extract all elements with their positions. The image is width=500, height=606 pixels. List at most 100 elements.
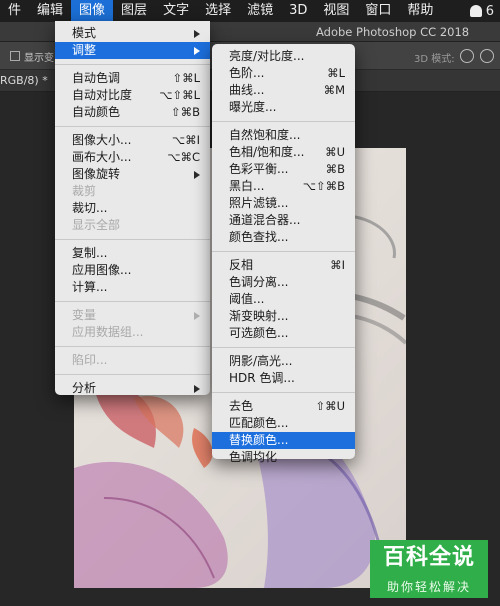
adjust-menu-item[interactable]: 自然饱和度...: [212, 127, 355, 144]
menubar-item-8[interactable]: 视图: [315, 0, 357, 22]
image-menu-item: 应用数据组...: [55, 324, 210, 341]
adjust-menu-item[interactable]: 曲线... ⌘M: [212, 82, 355, 99]
menubar-item-9[interactable]: 窗口: [357, 0, 399, 22]
shortcut-label: ⇧⌘U: [315, 399, 345, 413]
image-menu-item[interactable]: 计算...: [55, 279, 210, 296]
menubar-item-6[interactable]: 滤镜: [239, 0, 281, 22]
adjust-menu-item-label: 曝光度...: [229, 100, 277, 114]
adjust-menu-item[interactable]: 照片滤镜...: [212, 195, 355, 212]
menubar-item-1[interactable]: 编辑: [29, 0, 71, 22]
image-menu-item[interactable]: 复制...: [55, 245, 210, 262]
image-menu-item[interactable]: 调整: [55, 42, 210, 59]
adjust-menu-item-label: 替换颜色...: [229, 433, 289, 447]
menubar-item-5[interactable]: 选择: [197, 0, 239, 22]
image-menu-item-label: 变量: [72, 308, 97, 322]
menubar-item-7[interactable]: 3D: [281, 0, 315, 22]
show-transform-checkbox[interactable]: [10, 51, 20, 61]
image-menu-item[interactable]: 自动对比度 ⌥⇧⌘L: [55, 87, 210, 104]
adjust-menu-item-label: 自然饱和度...: [229, 128, 301, 142]
adjust-menu-item[interactable]: 去色 ⇧⌘U: [212, 398, 355, 415]
image-menu-item-label: 复制...: [72, 246, 108, 260]
shortcut-label: ⌥⇧⌘B: [302, 179, 345, 193]
image-menu-item: 陷印...: [55, 352, 210, 369]
image-menu-item-label: 自动色调: [72, 71, 121, 85]
adjust-menu-item[interactable]: 通道混合器...: [212, 212, 355, 229]
image-menu-item-label: 图像旋转: [72, 167, 121, 181]
document-tab[interactable]: RGB/8) *: [0, 70, 48, 92]
adjust-menu-item-label: 反相: [229, 258, 254, 272]
adjust-menu-item-label: 通道混合器...: [229, 213, 301, 227]
image-menu-item-label: 计算...: [72, 280, 108, 294]
adjust-menu-separator: [212, 347, 355, 348]
image-menu-separator: [55, 346, 210, 347]
image-menu-separator: [55, 374, 210, 375]
image-menu-item-label: 图像大小...: [72, 133, 132, 147]
image-menu-item[interactable]: 应用图像...: [55, 262, 210, 279]
image-menu-item[interactable]: 分析: [55, 380, 210, 397]
image-menu-item[interactable]: 自动色调 ⇧⌘L: [55, 70, 210, 87]
adjust-menu-item[interactable]: 颜色查找...: [212, 229, 355, 246]
shortcut-label: ⇧⌘L: [172, 71, 200, 85]
shortcut-label: ⌘M: [323, 83, 345, 97]
adjust-menu-item[interactable]: 色调均化: [212, 449, 355, 466]
adjust-menu-item[interactable]: HDR 色调...: [212, 370, 355, 387]
adjust-menu-item[interactable]: 黑白... ⌥⇧⌘B: [212, 178, 355, 195]
image-menu-item[interactable]: 图像大小... ⌥⌘I: [55, 132, 210, 149]
menubar-item-2[interactable]: 图像: [71, 0, 114, 22]
notification-icon[interactable]: [469, 5, 482, 17]
shortcut-label: ⇧⌘B: [170, 105, 200, 119]
adjust-menu-item[interactable]: 渐变映射...: [212, 308, 355, 325]
adjust-menu-item[interactable]: 色彩平衡... ⌘B: [212, 161, 355, 178]
image-menu-separator: [55, 64, 210, 65]
shortcut-label: ⌘L: [327, 66, 345, 80]
image-menu-item: 变量: [55, 307, 210, 324]
adjust-menu-item-label: 去色: [229, 399, 254, 413]
adjust-menu-item[interactable]: 阴影/高光...: [212, 353, 355, 370]
adjust-menu-item[interactable]: 匹配颜色...: [212, 415, 355, 432]
image-menu-item[interactable]: 图像旋转: [55, 166, 210, 183]
adjust-menu-item[interactable]: 色阶... ⌘L: [212, 65, 355, 82]
menubar-item-3[interactable]: 图层: [113, 0, 155, 22]
adjust-menu-item[interactable]: 曝光度...: [212, 99, 355, 116]
image-menu: 模式 调整自动色调 ⇧⌘L 自动对比度 ⌥⇧⌘L 自动颜色 ⇧⌘B 图像大小... ⌥⌘I 画布大…: [55, 21, 210, 395]
adjust-menu-item-label: 阈值...: [229, 292, 265, 306]
adjust-menu-item-label: 颜色查找...: [229, 230, 289, 244]
adjust-menu-item[interactable]: 反相 ⌘I: [212, 257, 355, 274]
adjust-menu-item-label: 渐变映射...: [229, 309, 289, 323]
adjust-menu-item-label: 色彩平衡...: [229, 162, 289, 176]
image-menu-item[interactable]: 画布大小... ⌥⌘C: [55, 149, 210, 166]
3d-mode-label: 3D 模式:: [414, 54, 455, 65]
image-menu-item-label: 自动对比度: [72, 88, 133, 102]
adjust-menu-item-label: 可选颜色...: [229, 326, 289, 340]
status-area: 6: [469, 0, 494, 22]
image-menu-item[interactable]: 模式: [55, 25, 210, 42]
adjust-menu-item-label: 曲线...: [229, 83, 265, 97]
shortcut-label: ⌥⌘I: [171, 133, 200, 147]
app-title: Adobe Photoshop CC 2018: [316, 25, 470, 39]
image-menu-separator: [55, 301, 210, 302]
adjust-menu-item-label: 黑白...: [229, 179, 265, 193]
menubar-item-0[interactable]: 件: [0, 0, 29, 22]
image-menu-item[interactable]: 裁切...: [55, 200, 210, 217]
image-menu-item-label: 显示全部: [72, 218, 121, 232]
image-menu-item[interactable]: 自动颜色 ⇧⌘B: [55, 104, 210, 121]
adjust-menu-item[interactable]: 亮度/对比度...: [212, 48, 355, 65]
adjust-menu-item-label: HDR 色调...: [229, 371, 295, 385]
adjust-menu-item[interactable]: 色调分离...: [212, 274, 355, 291]
adjust-menu-item[interactable]: 色相/饱和度... ⌘U: [212, 144, 355, 161]
image-menu-separator: [55, 126, 210, 127]
adjust-menu-item[interactable]: 阈值...: [212, 291, 355, 308]
image-menu-item-label: 画布大小...: [72, 150, 132, 164]
shortcut-label: ⌘I: [330, 258, 345, 272]
adjust-menu-item-label: 阴影/高光...: [229, 354, 293, 368]
adjust-menu-separator: [212, 121, 355, 122]
adjust-menu-item-label: 照片滤镜...: [229, 196, 289, 210]
3d-orbit-icon[interactable]: [460, 49, 474, 63]
adjust-menu-item[interactable]: 替换颜色...: [212, 432, 355, 449]
menubar-item-10[interactable]: 帮助: [399, 0, 441, 22]
3d-roll-icon[interactable]: [480, 49, 494, 63]
image-menu-item-label: 裁剪: [72, 184, 97, 198]
show-transform-label: 显示变: [24, 53, 54, 64]
adjust-menu-item[interactable]: 可选颜色...: [212, 325, 355, 342]
menubar-item-4[interactable]: 文字: [155, 0, 197, 22]
